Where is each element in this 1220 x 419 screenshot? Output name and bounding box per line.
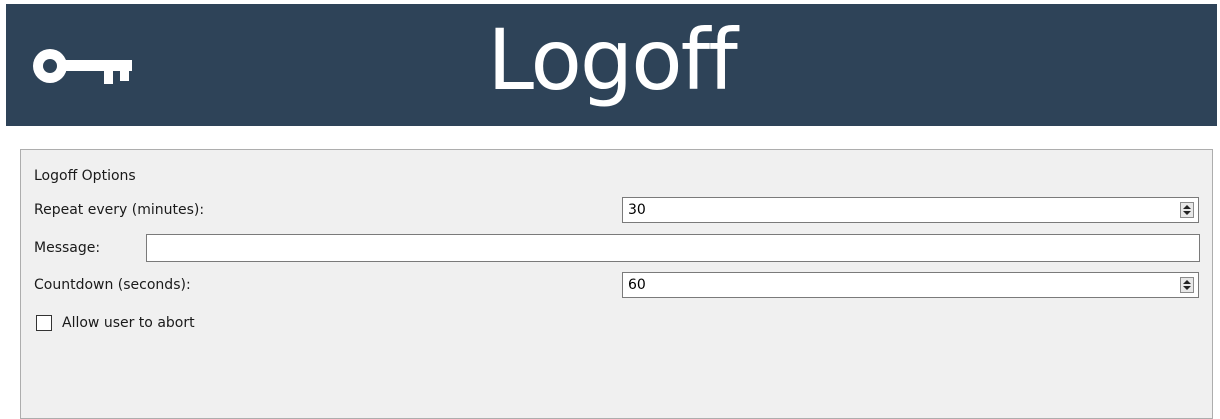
spin-down-icon[interactable] bbox=[1183, 286, 1191, 290]
spin-up-icon[interactable] bbox=[1183, 280, 1191, 284]
allow-abort-label[interactable]: Allow user to abort bbox=[62, 315, 195, 331]
countdown-label: Countdown (seconds): bbox=[34, 277, 191, 293]
repeat-label: Repeat every (minutes): bbox=[34, 202, 205, 218]
countdown-seconds-stepper[interactable]: 60 bbox=[622, 272, 1199, 298]
repeat-minutes-value[interactable]: 30 bbox=[628, 202, 646, 218]
group-title: Logoff Options bbox=[34, 168, 136, 184]
allow-abort-checkbox[interactable] bbox=[36, 315, 52, 331]
logoff-options-panel: Logoff Options Repeat every (minutes): 3… bbox=[20, 149, 1213, 419]
message-label: Message: bbox=[34, 240, 101, 256]
spin-down-icon[interactable] bbox=[1183, 211, 1191, 215]
message-input[interactable] bbox=[146, 234, 1200, 262]
page-title: Logoff bbox=[487, 11, 738, 109]
header-banner: Logoff bbox=[6, 4, 1217, 126]
countdown-spin-buttons[interactable] bbox=[1180, 277, 1194, 293]
spin-up-icon[interactable] bbox=[1183, 205, 1191, 209]
repeat-minutes-stepper[interactable]: 30 bbox=[622, 197, 1199, 223]
repeat-spin-buttons[interactable] bbox=[1180, 202, 1194, 218]
countdown-seconds-value[interactable]: 60 bbox=[628, 277, 646, 293]
